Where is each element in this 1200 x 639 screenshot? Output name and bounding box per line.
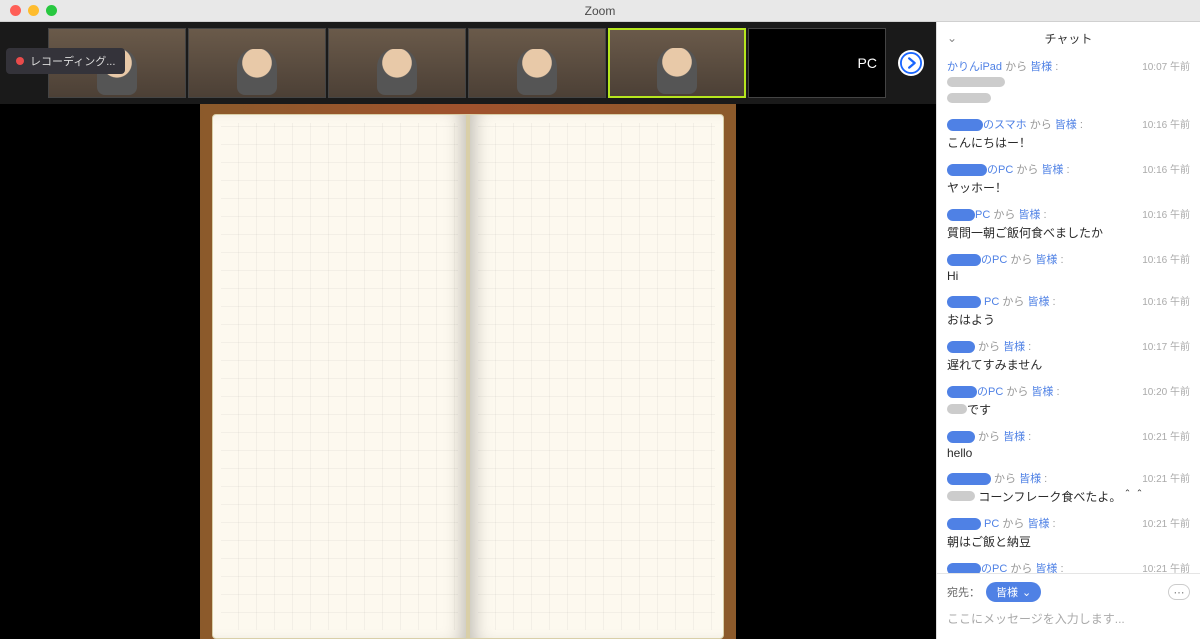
video-gallery: PC <box>0 22 936 104</box>
participant-thumb[interactable]: PC <box>748 28 886 98</box>
window-title: Zoom <box>0 4 1200 18</box>
chevron-down-icon: ⌄ <box>1022 586 1031 599</box>
chat-body-text: 朝はご飯と納豆 <box>947 531 1190 550</box>
chat-collapse-button[interactable]: ⌄ <box>947 31 957 45</box>
redacted-area <box>757 47 817 71</box>
chat-sender: から 皆様 : <box>947 428 1031 444</box>
window-titlebar: Zoom <box>0 0 1200 22</box>
chat-timestamp: 10:16 午前 <box>1142 206 1190 221</box>
chat-title: チャット <box>1045 30 1093 47</box>
chat-more-button[interactable]: ⋯ <box>1168 584 1190 600</box>
chat-timestamp: 10:21 午前 <box>1142 428 1190 443</box>
gallery-next-button[interactable] <box>898 50 924 76</box>
chat-message: のPC から 皆様 :10:21 午前リアル <box>947 560 1190 573</box>
chat-sender: のスマホ から 皆様 : <box>947 116 1083 132</box>
chat-body-text <box>947 74 1190 90</box>
chat-sender: のPC から 皆様 : <box>947 560 1064 573</box>
chat-panel: ⌄ チャット かりんiPad から 皆様 : 10:07 午前のスマホ から 皆様… <box>936 22 1200 639</box>
chat-message: のスマホ から 皆様 : 10:16 午前こんにちはー！ <box>947 116 1190 151</box>
chat-body-text: おはよう <box>947 309 1190 328</box>
chat-message: PC から 皆様 : 10:21 午前朝はご飯と納豆 <box>947 515 1190 550</box>
chat-body-text: ヤッホー！ <box>947 177 1190 196</box>
chat-sender: PC から 皆様 : <box>947 206 1047 222</box>
chat-sender: PC から 皆様 : <box>947 293 1056 309</box>
chat-recipient-dropdown[interactable]: 皆様 ⌄ <box>986 582 1041 602</box>
chat-timestamp: 10:21 午前 <box>1142 560 1190 573</box>
chat-message: から 皆様 : 10:21 午前hello <box>947 428 1190 460</box>
participant-thumb-active[interactable] <box>608 28 746 98</box>
meeting-main-area: PC レコーディング... <box>0 22 936 639</box>
chat-message: PC から 皆様 : 10:16 午前おはよう <box>947 293 1190 328</box>
participant-thumb[interactable] <box>328 28 466 98</box>
chat-sender: かりんiPad から 皆様 : <box>947 58 1058 74</box>
chat-timestamp: 10:07 午前 <box>1142 58 1190 73</box>
chat-body-text: です <box>947 399 1190 418</box>
participant-thumb[interactable] <box>468 28 606 98</box>
chat-input[interactable]: ここにメッセージを入力します... <box>947 610 1190 627</box>
chat-sender: のPC から 皆様 : <box>947 383 1060 399</box>
chat-message: から 皆様 : 10:21 午前 コーンフレーク食べたよ。＾＾ <box>947 470 1190 505</box>
shared-content-stage <box>0 104 936 639</box>
chat-timestamp: 10:21 午前 <box>1142 470 1190 485</box>
chat-body-text: こんにちはー！ <box>947 132 1190 151</box>
participant-thumb[interactable] <box>188 28 326 98</box>
chat-message: かりんiPad から 皆様 : 10:07 午前 <box>947 58 1190 106</box>
arrow-right-circle-icon <box>900 52 922 74</box>
chat-message-list[interactable]: かりんiPad から 皆様 : 10:07 午前のスマホ から 皆様 : 10:16… <box>937 54 1200 573</box>
chat-message: のPC から 皆様 : 10:20 午前です <box>947 383 1190 418</box>
chat-body-text: 質問一朝ご飯何食べましたか <box>947 222 1190 241</box>
chat-timestamp: 10:17 午前 <box>1142 338 1190 353</box>
chat-sender: PC から 皆様 : <box>947 515 1056 531</box>
chat-body-text: コーンフレーク食べたよ。＾＾ <box>947 486 1190 505</box>
recording-label: レコーディング... <box>30 53 115 69</box>
chat-timestamp: 10:16 午前 <box>1142 161 1190 176</box>
chat-sender: から 皆様 : <box>947 338 1031 354</box>
record-icon <box>16 57 24 65</box>
chat-sender: のPC から 皆様 : <box>947 251 1064 267</box>
chat-timestamp: 10:21 午前 <box>1142 515 1190 530</box>
chat-message: PC から 皆様 : 10:16 午前質問一朝ご飯何食べましたか <box>947 206 1190 241</box>
chat-body-text: hello <box>947 444 1190 460</box>
chat-sender: から 皆様 : <box>947 470 1047 486</box>
chat-message: のPC から 皆様 : 10:16 午前Hi <box>947 251 1190 283</box>
chat-sender: のPC から 皆様 : <box>947 161 1070 177</box>
chat-message: のPC から 皆様 : 10:16 午前ヤッホー！ <box>947 161 1190 196</box>
chat-to-label: 宛先： <box>947 584 980 600</box>
chat-timestamp: 10:16 午前 <box>1142 293 1190 308</box>
chat-body-text: 遅れてすみません <box>947 354 1190 373</box>
participant-label: PC <box>858 55 877 71</box>
chat-timestamp: 10:20 午前 <box>1142 383 1190 398</box>
shared-notebook <box>198 104 738 639</box>
chat-body-text: Hi <box>947 267 1190 283</box>
chat-message: から 皆様 : 10:17 午前遅れてすみません <box>947 338 1190 373</box>
chat-timestamp: 10:16 午前 <box>1142 116 1190 131</box>
chat-timestamp: 10:16 午前 <box>1142 251 1190 266</box>
recording-indicator[interactable]: レコーディング... <box>6 48 125 74</box>
